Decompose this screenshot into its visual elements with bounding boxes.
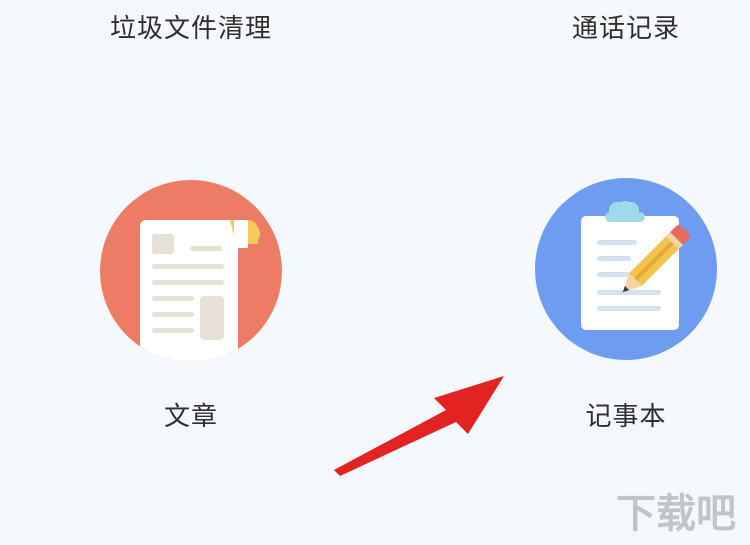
red-arrow-annotation	[334, 376, 504, 476]
junk-clean-tile[interactable]: 垃圾文件清理	[100, 0, 290, 50]
notepad-icon	[535, 178, 717, 360]
call-log-tile[interactable]: 通话记录	[535, 0, 717, 50]
article-icon	[100, 180, 282, 362]
article-label: 文章	[163, 402, 219, 432]
notepad-label: 记事本	[585, 402, 667, 432]
tools-screen: 垃圾文件清理 通话记录 文章 记事本 下载吧	[0, 0, 750, 545]
notepad-tile[interactable]: 记事本	[535, 178, 717, 432]
watermark-logo: 下载吧	[616, 491, 736, 537]
svg-text:下载吧: 下载吧	[616, 491, 736, 537]
call-log-label: 通话记录	[571, 14, 681, 44]
article-tile[interactable]: 文章	[100, 180, 282, 432]
junk-clean-label: 垃圾文件清理	[109, 14, 273, 44]
